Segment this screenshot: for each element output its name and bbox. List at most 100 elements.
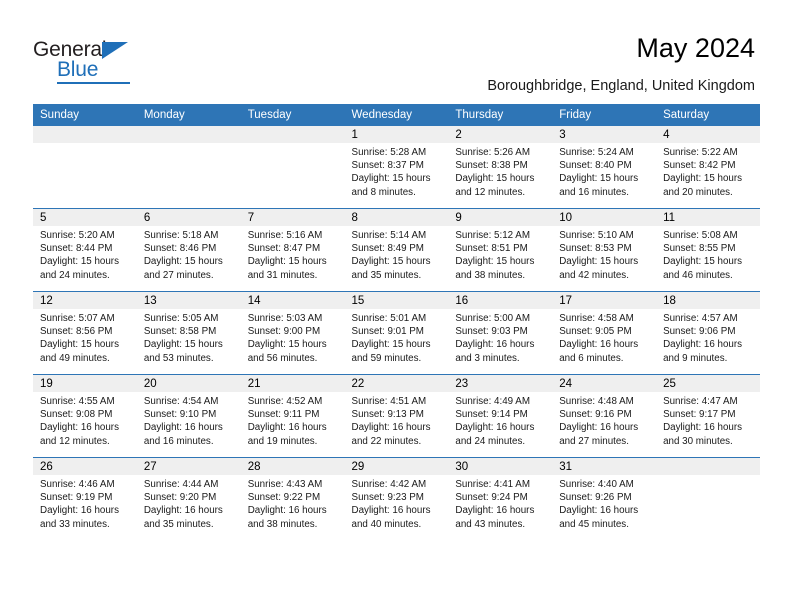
calendar-day-cell[interactable]: 19 Sunrise: 4:55 AM Sunset: 9:08 PM Dayligh… [33, 375, 137, 457]
sunset-text: Sunset: 9:06 PM [663, 326, 736, 338]
calendar-day-cell[interactable]: 24 Sunrise: 4:48 AM Sunset: 9:16 PM Dayligh… [552, 375, 657, 457]
calendar-day-cell[interactable]: 15 Sunrise: 5:01 AM Sunset: 9:01 PM Dayligh… [344, 292, 449, 374]
calendar-day-cell[interactable]: 14 Sunrise: 5:03 AM Sunset: 9:00 PM Dayligh… [240, 292, 345, 374]
daylight-text-line1: Daylight: 16 hours [40, 505, 119, 517]
day-sun-info: Sunrise: 4:52 AM Sunset: 9:11 PM Daylight:… [241, 392, 345, 448]
sunset-text: Sunset: 9:20 PM [143, 492, 217, 504]
calendar-day-cell[interactable]: 29 Sunrise: 4:42 AM Sunset: 9:23 PM Dayligh… [344, 458, 449, 540]
logo-text-blue: Blue [57, 58, 99, 81]
calendar-week-row: 12 Sunrise: 5:07 AM Sunset: 8:56 PM Dayligh… [33, 291, 760, 375]
page-subtitle: Boroughbridge, England, United Kingdom [487, 78, 755, 94]
calendar-page: General Blue May 2024 Boroughbridge, Eng… [0, 0, 792, 612]
weekday-header-sunday: Sunday [33, 104, 137, 126]
daylight-text-line1: Daylight: 15 hours [663, 173, 743, 185]
daylight-text-line1: Daylight: 15 hours [247, 339, 327, 351]
daylight-text-line1: Daylight: 15 hours [247, 256, 327, 268]
calendar-day-cell[interactable]: 17 Sunrise: 4:58 AM Sunset: 9:05 PM Dayligh… [552, 292, 657, 374]
calendar-day-cell[interactable]: 16 Sunrise: 5:00 AM Sunset: 9:03 PM Dayligh… [448, 292, 553, 374]
day-sun-info: Sunrise: 4:47 AM Sunset: 9:17 PM Daylight:… [656, 392, 760, 448]
sunrise-text: Sunrise: 5:24 AM [559, 147, 634, 158]
daylight-text-line2: and 12 minutes. [40, 435, 110, 447]
day-number: 13 [136, 292, 241, 309]
calendar-day-cell[interactable]: 26 Sunrise: 4:46 AM Sunset: 9:19 PM Dayligh… [33, 458, 137, 540]
calendar-day-cell[interactable]: 31 Sunrise: 4:40 AM Sunset: 9:26 PM Dayligh… [552, 458, 657, 540]
calendar-day-cell[interactable]: 18 Sunrise: 4:57 AM Sunset: 9:06 PM Dayligh… [656, 292, 760, 374]
daylight-text-line1: Daylight: 16 hours [143, 505, 223, 517]
day-sun-info: Sunrise: 4:57 AM Sunset: 9:06 PM Daylight:… [656, 309, 760, 365]
day-sun-info: Sunrise: 4:46 AM Sunset: 9:19 PM Daylight:… [33, 475, 137, 531]
daylight-text-line1: Daylight: 15 hours [559, 173, 639, 185]
sunrise-text: Sunrise: 4:48 AM [559, 396, 634, 407]
calendar-day-cell[interactable]: 28 Sunrise: 4:43 AM Sunset: 9:22 PM Dayligh… [240, 458, 345, 540]
daylight-text-line1: Daylight: 15 hours [351, 339, 431, 351]
daylight-text-line2: and 27 minutes. [143, 269, 214, 281]
sunrise-text: Sunrise: 4:52 AM [247, 396, 323, 407]
day-number [656, 458, 760, 475]
calendar-day-cell[interactable]: 4 Sunrise: 5:22 AM Sunset: 8:42 PM Daylight… [656, 126, 760, 208]
calendar-day-cell[interactable]: 12 Sunrise: 5:07 AM Sunset: 8:56 PM Dayligh… [33, 292, 137, 374]
day-number: 25 [656, 375, 760, 392]
calendar-day-cell[interactable]: 2 Sunrise: 5:26 AM Sunset: 8:38 PM Daylight… [448, 126, 553, 208]
sunrise-text: Sunrise: 5:03 AM [247, 313, 323, 324]
sunrise-text: Sunrise: 4:49 AM [455, 396, 530, 407]
calendar-day-cell[interactable]: 20 Sunrise: 4:54 AM Sunset: 9:10 PM Dayligh… [136, 375, 241, 457]
sunset-text: Sunset: 8:53 PM [559, 243, 632, 255]
calendar-day-cell-empty [240, 126, 345, 208]
calendar-day-cell[interactable]: 11 Sunrise: 5:08 AM Sunset: 8:55 PM Dayligh… [656, 209, 760, 291]
weekday-header-friday: Friday [552, 104, 657, 126]
daylight-text-line1: Daylight: 16 hours [455, 505, 535, 517]
calendar-day-cell[interactable]: 6 Sunrise: 5:18 AM Sunset: 8:46 PM Daylight… [136, 209, 241, 291]
calendar-day-cell[interactable]: 30 Sunrise: 4:41 AM Sunset: 9:24 PM Dayligh… [448, 458, 553, 540]
day-number: 3 [552, 126, 657, 143]
daylight-text-line2: and 19 minutes. [247, 435, 318, 447]
daylight-text-line1: Daylight: 16 hours [559, 339, 639, 351]
calendar-day-cell[interactable]: 10 Sunrise: 5:10 AM Sunset: 8:53 PM Dayligh… [552, 209, 657, 291]
daylight-text-line2: and 16 minutes. [559, 186, 629, 198]
calendar-day-cell[interactable]: 27 Sunrise: 4:44 AM Sunset: 9:20 PM Dayligh… [136, 458, 241, 540]
day-number: 12 [33, 292, 137, 309]
day-number: 21 [240, 375, 345, 392]
calendar-day-cell[interactable]: 8 Sunrise: 5:14 AM Sunset: 8:49 PM Daylight… [344, 209, 449, 291]
day-number [240, 126, 345, 143]
calendar-day-cell[interactable]: 7 Sunrise: 5:16 AM Sunset: 8:47 PM Daylight… [240, 209, 345, 291]
day-sun-info: Sunrise: 4:55 AM Sunset: 9:08 PM Daylight:… [33, 392, 137, 448]
day-sun-info: Sunrise: 5:05 AM Sunset: 8:58 PM Daylight:… [137, 309, 241, 365]
sunset-text: Sunset: 8:58 PM [143, 326, 217, 338]
day-number: 4 [656, 126, 760, 143]
calendar-day-cell[interactable]: 5 Sunrise: 5:20 AM Sunset: 8:44 PM Daylight… [33, 209, 137, 291]
sunrise-text: Sunrise: 4:40 AM [559, 479, 634, 490]
calendar-day-cell[interactable]: 25 Sunrise: 4:47 AM Sunset: 9:17 PM Dayligh… [656, 375, 760, 457]
calendar-day-cell[interactable]: 21 Sunrise: 4:52 AM Sunset: 9:11 PM Dayligh… [240, 375, 345, 457]
day-number: 30 [448, 458, 553, 475]
general-blue-logo: General Blue [33, 38, 163, 86]
day-number [136, 126, 241, 143]
daylight-text-line2: and 56 minutes. [247, 352, 318, 364]
daylight-text-line2: and 49 minutes. [40, 352, 110, 364]
day-sun-info: Sunrise: 5:24 AM Sunset: 8:40 PM Daylight:… [552, 143, 656, 199]
day-number: 18 [656, 292, 760, 309]
sunrise-text: Sunrise: 5:07 AM [40, 313, 115, 324]
page-header: General Blue May 2024 Boroughbridge, Eng… [0, 0, 792, 100]
calendar-day-cell[interactable]: 22 Sunrise: 4:51 AM Sunset: 9:13 PM Dayligh… [344, 375, 449, 457]
weekday-header-wednesday: Wednesday [344, 104, 449, 126]
daylight-text-line1: Daylight: 15 hours [351, 173, 431, 185]
day-number: 19 [33, 375, 137, 392]
weekday-header-saturday: Saturday [656, 104, 760, 126]
calendar-day-cell[interactable]: 13 Sunrise: 5:05 AM Sunset: 8:58 PM Dayligh… [136, 292, 241, 374]
daylight-text-line2: and 8 minutes. [351, 186, 416, 198]
calendar-day-cell[interactable]: 23 Sunrise: 4:49 AM Sunset: 9:14 PM Dayligh… [448, 375, 553, 457]
sunrise-text: Sunrise: 5:18 AM [143, 230, 219, 241]
calendar-grid: Sunday Monday Tuesday Wednesday Thursday Frid… [33, 104, 760, 540]
calendar-day-cell[interactable]: 9 Sunrise: 5:12 AM Sunset: 8:51 PM Daylight… [448, 209, 553, 291]
sunrise-text: Sunrise: 5:01 AM [351, 313, 427, 324]
day-sun-info: Sunrise: 5:22 AM Sunset: 8:42 PM Daylight:… [656, 143, 760, 199]
day-sun-info: Sunrise: 4:49 AM Sunset: 9:14 PM Daylight:… [448, 392, 552, 448]
sunrise-text: Sunrise: 4:41 AM [455, 479, 530, 490]
daylight-text-line2: and 22 minutes. [351, 435, 422, 447]
day-number: 31 [552, 458, 657, 475]
calendar-day-cell[interactable]: 1 Sunrise: 5:28 AM Sunset: 8:37 PM Daylight… [344, 126, 449, 208]
calendar-day-cell[interactable]: 3 Sunrise: 5:24 AM Sunset: 8:40 PM Daylight… [552, 126, 657, 208]
daylight-text-line2: and 31 minutes. [247, 269, 318, 281]
calendar-week-row: 19 Sunrise: 4:55 AM Sunset: 9:08 PM Dayligh… [33, 374, 760, 458]
day-number: 7 [240, 209, 345, 226]
